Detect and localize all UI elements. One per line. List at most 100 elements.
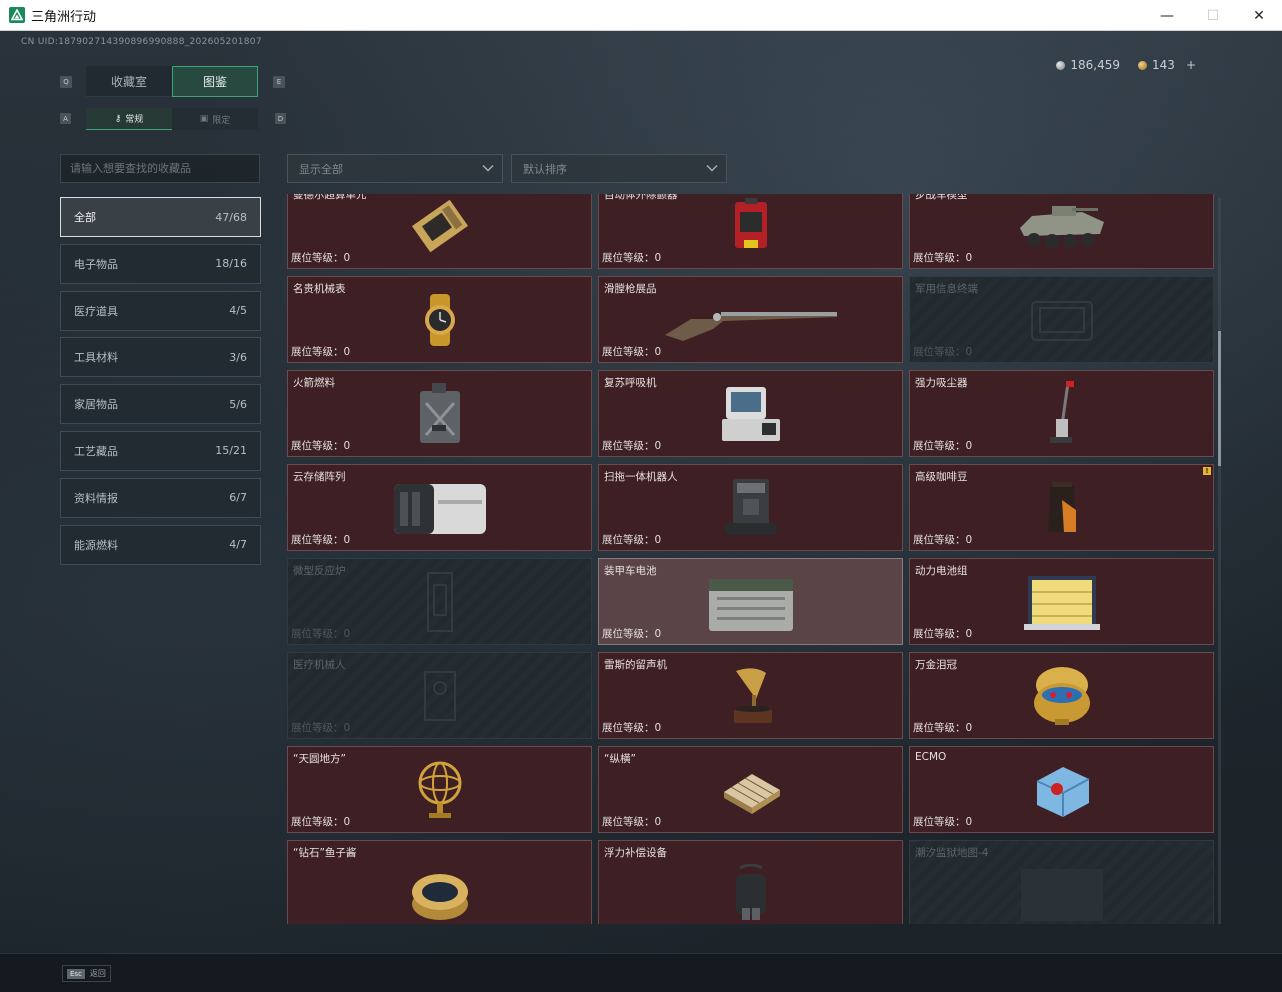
subtab-regular-label: 常规 — [125, 115, 144, 125]
collection-item-card[interactable]: 名贵机械表 展位等级：0 — [287, 276, 592, 363]
item-name: ECMO — [915, 751, 947, 763]
collection-grid: 曼德尔超算单元 ! 展位等级：0 自动体外除颤器 展位等级：0 步战车模型 展位… — [287, 194, 1215, 924]
category-tools[interactable]: 工具材料 3/6 — [60, 337, 261, 378]
collection-item-card[interactable]: ECMO 展位等级：0 — [909, 746, 1214, 833]
tab-collection-room[interactable]: 收藏室 — [86, 66, 172, 97]
gramophone-icon — [733, 667, 772, 723]
item-name: 高级咖啡豆 — [915, 471, 968, 483]
collection-item-card[interactable]: 动力电池组 展位等级：0 — [909, 558, 1214, 645]
item-name: 浮力补偿设备 — [604, 847, 667, 859]
grid-scrollbar-thumb[interactable] — [1218, 331, 1221, 466]
category-label: 全部 — [74, 211, 96, 224]
subtab-limited[interactable]: ▣ 限定 — [172, 108, 258, 130]
silver-amount: 186,459 — [1070, 58, 1121, 72]
tab-prev-keyhint[interactable]: Q — [60, 76, 72, 88]
collection-item-card[interactable]: 万金泪冠 展位等级：0 — [909, 652, 1214, 739]
collection-item-card[interactable]: 浮力补偿设备 — [598, 840, 903, 924]
item-name: 云存储阵列 — [293, 471, 346, 483]
booth-level: 展位等级：0 — [291, 252, 351, 264]
terminal-icon — [1030, 300, 1093, 341]
category-label: 工艺藏品 — [74, 444, 118, 458]
back-label: 返回 — [89, 969, 106, 978]
main-tabs: 收藏室 图鉴 — [86, 66, 258, 97]
tab-next-keyhint[interactable]: E — [273, 76, 285, 88]
collection-item-card[interactable]: 滑膛枪展品 展位等级：0 — [598, 276, 903, 363]
back-button[interactable]: Esc 返回 — [62, 965, 111, 982]
watch-icon — [424, 293, 455, 346]
chevron-down-icon — [706, 165, 718, 172]
item-name: 自动体外除颤器 — [604, 194, 678, 201]
booth-level: 展位等级：0 — [913, 628, 973, 640]
ventilator-icon — [721, 386, 780, 441]
category-all[interactable]: 全部 47/68 — [60, 197, 261, 237]
crate-icon: ▣ — [199, 114, 209, 124]
display-filter-dropdown[interactable]: 显示全部 — [287, 154, 503, 183]
chevron-down-icon — [482, 165, 494, 172]
category-electronics[interactable]: 电子物品 18/16 — [60, 243, 261, 284]
robot-mop-icon — [724, 478, 777, 535]
category-crafts[interactable]: 工艺藏品 15/21 — [60, 430, 261, 471]
sub-tabs: ⚷ 常规 ▣ 限定 — [86, 108, 258, 130]
close-button[interactable]: ✕ — [1236, 0, 1282, 31]
item-name: 火箭燃料 — [293, 377, 335, 389]
category-household[interactable]: 家居物品 5/6 — [60, 384, 261, 425]
collection-item-card[interactable]: 曼德尔超算单元 ! 展位等级：0 — [287, 194, 592, 269]
add-currency-button[interactable]: + — [1186, 58, 1196, 72]
subtab-prev-keyhint[interactable]: A — [60, 113, 71, 124]
collection-item-card[interactable]: 火箭燃料 展位等级：0 — [287, 370, 592, 457]
gold-amount: 143 — [1152, 58, 1175, 72]
collection-item-card[interactable]: 复苏呼吸机 展位等级：0 — [598, 370, 903, 457]
collection-item-card[interactable]: “天圆地方” 展位等级：0 — [287, 746, 592, 833]
category-count: 3/6 — [229, 350, 247, 364]
collection-item-card[interactable]: 自动体外除颤器 展位等级：0 — [598, 194, 903, 269]
collection-item-card-locked[interactable]: 潮汐监狱地图-4 — [909, 840, 1214, 924]
window-titlebar: 三角洲行动 — ☐ ✕ — [0, 0, 1282, 31]
medical-robot-icon — [423, 670, 456, 721]
collection-item-card-locked[interactable]: 医疗机械人 展位等级：0 — [287, 652, 592, 739]
booth-level: 展位等级：0 — [913, 440, 973, 452]
collection-item-card-locked[interactable]: 军用信息终端 展位等级：0 — [909, 276, 1214, 363]
gpu-icon — [411, 199, 468, 252]
silver-coin-icon — [1056, 60, 1066, 70]
category-medical[interactable]: 医疗道具 4/5 — [60, 290, 261, 331]
defibrillator-icon — [734, 197, 767, 248]
maximize-button[interactable]: ☐ — [1190, 0, 1236, 31]
collection-item-card[interactable]: 云存储阵列 展位等级：0 — [287, 464, 592, 551]
booth-level: 展位等级：0 — [291, 628, 351, 640]
storage-array-icon — [393, 483, 486, 534]
collection-item-card[interactable]: “钻石”鱼子酱 — [287, 840, 592, 924]
item-name: 动力电池组 — [915, 565, 968, 577]
sort-dropdown[interactable]: 默认排序 — [511, 154, 727, 183]
collection-item-card[interactable]: “纵横” 展位等级：0 — [598, 746, 903, 833]
grid-scrollbar-track[interactable] — [1218, 198, 1221, 924]
booth-level: 展位等级：0 — [913, 722, 973, 734]
item-name: 曼德尔超算单元 — [293, 194, 367, 201]
subtab-regular[interactable]: ⚷ 常规 — [86, 108, 172, 130]
collection-item-card[interactable]: 装甲车电池 展位等级：0 — [598, 558, 903, 645]
esc-keyhint: Esc — [67, 968, 85, 979]
category-count: 5/6 — [229, 397, 247, 411]
collection-item-card[interactable]: 雷斯的留声机 展位等级：0 — [598, 652, 903, 739]
collection-item-card[interactable]: 扫拖一体机器人 展位等级：0 — [598, 464, 903, 551]
minimize-button[interactable]: — — [1144, 0, 1190, 31]
collection-item-card[interactable]: 步战车模型 展位等级：0 — [909, 194, 1214, 269]
bottom-bar: Esc 返回 — [0, 953, 1282, 992]
category-energy[interactable]: 能源燃料 4/7 — [60, 524, 261, 565]
category-intel[interactable]: 资料情报 6/7 — [60, 477, 261, 518]
subtab-limited-label: 限定 — [212, 115, 231, 126]
item-name: “纵横” — [604, 753, 636, 765]
tab-codex[interactable]: 图鉴 — [172, 66, 258, 97]
search-input[interactable] — [60, 154, 260, 183]
booth-level: 展位等级：0 — [602, 628, 662, 640]
display-filter-value: 显示全部 — [299, 162, 343, 176]
gold-coin-icon — [1138, 60, 1148, 70]
item-name: 潮汐监狱地图-4 — [915, 847, 989, 859]
map-icon — [1020, 869, 1103, 922]
collection-item-card[interactable]: 强力吸尘器 展位等级：0 — [909, 370, 1214, 457]
battery-pack-icon — [1023, 575, 1100, 630]
window-title: 三角洲行动 — [31, 9, 97, 25]
fuel-can-icon — [419, 382, 460, 443]
subtab-next-keyhint[interactable]: D — [275, 113, 286, 124]
collection-item-card[interactable]: 高级咖啡豆 ! 展位等级：0 — [909, 464, 1214, 551]
collection-item-card-locked[interactable]: 微型反应炉 展位等级：0 — [287, 558, 592, 645]
